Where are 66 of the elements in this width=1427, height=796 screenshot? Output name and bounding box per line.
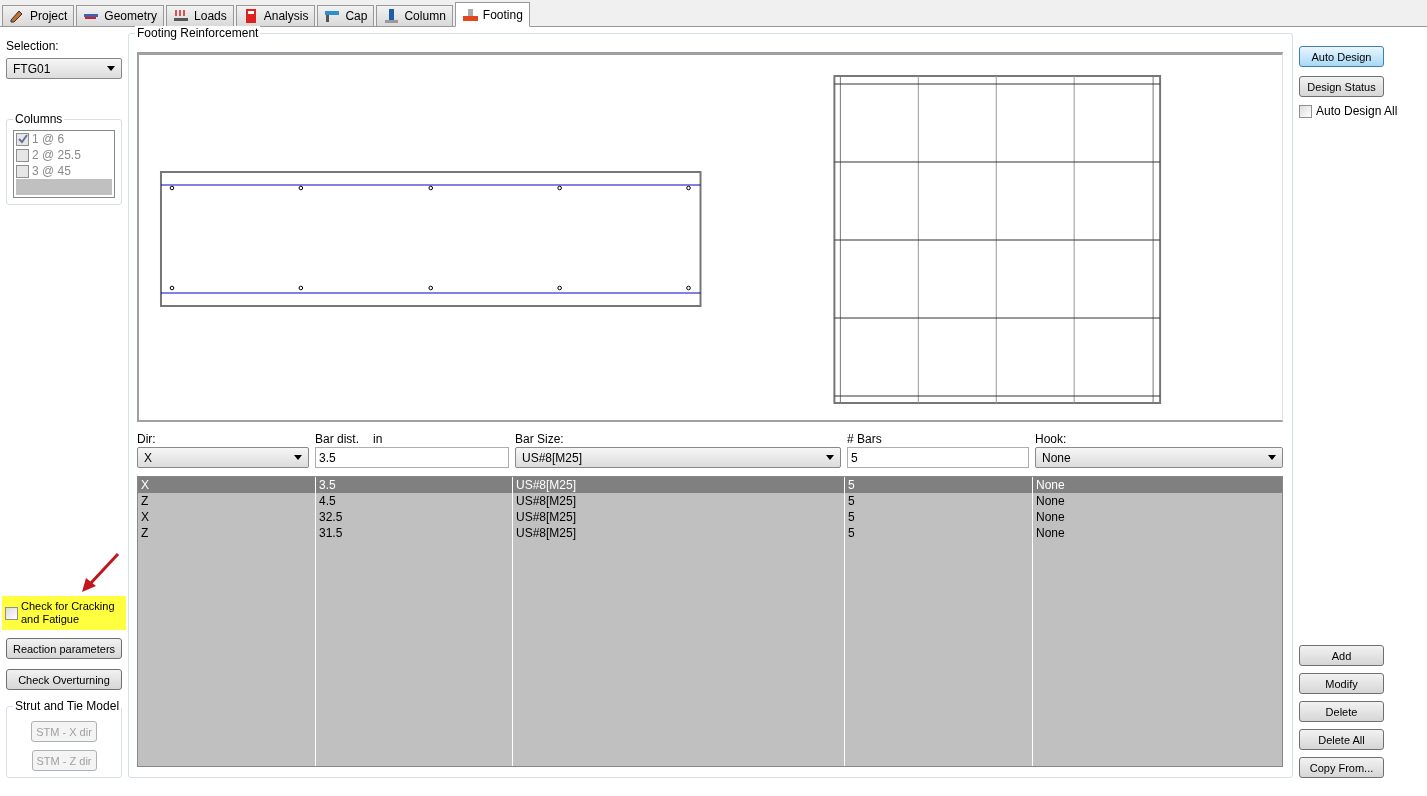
table-cell[interactable]: None [1033,477,1282,493]
table-cell[interactable]: Z [138,493,316,509]
caret-icon [826,455,834,460]
field-label: Hook: [1035,432,1067,445]
group-title: Footing Reinforcement [135,26,261,40]
field-dropdown[interactable]: US#8[M25] [515,447,841,468]
field-label: # Bars [847,432,882,445]
tab[interactable]: Geometry [76,5,165,26]
tab-icon [461,6,478,23]
tab[interactable]: Loads [166,5,234,26]
tab-icon [173,8,190,24]
field-dropdown[interactable]: None [1035,447,1283,468]
table-action-button[interactable]: Delete [1299,701,1384,722]
caret-icon [107,66,115,71]
tab[interactable]: Column [376,5,453,26]
action-button[interactable]: Check Overturning [6,669,122,690]
design-button[interactable]: Design Status [1299,76,1384,97]
field-label: Dir: [137,432,156,445]
table-cell[interactable]: 3.5 [316,477,513,493]
table-cell[interactable]: 31.5 [316,525,513,541]
cracking-label: Check for Cracking and Fatigue [21,600,116,626]
checkbox[interactable] [1299,104,1312,118]
table-cell[interactable]: 5 [845,493,1033,509]
columns-title: Columns [13,112,65,126]
table-cell[interactable]: 5 [845,477,1033,493]
table-cell[interactable]: X [138,477,316,493]
table-cell[interactable]: US#8[M25] [513,477,845,493]
tab-icon [383,8,400,24]
table-action-button[interactable]: Modify [1299,673,1384,694]
input-field[interactable]: 3.5 [315,447,509,468]
field-label: Bar dist. [315,432,359,445]
tab[interactable]: Footing [454,2,530,27]
field-label: Bar Size: [515,432,564,445]
table-cell[interactable]: US#8[M25] [513,493,845,509]
checkbox[interactable] [5,606,18,620]
table-action-button[interactable]: Copy From... [1299,757,1384,778]
caret-icon [1268,455,1276,460]
table-cell[interactable]: None [1033,525,1282,541]
strut-tie-title: Strut and Tie Model [13,699,122,713]
tab[interactable]: Project [2,5,75,26]
field-dropdown[interactable]: X [137,447,309,468]
tab-icon [9,8,25,24]
auto-design-all-label: Auto Design All [1316,104,1398,118]
table-cell[interactable]: None [1033,493,1282,509]
tab[interactable]: Cap [317,5,375,26]
caret-icon [294,455,302,460]
table-cell[interactable]: 5 [845,525,1033,541]
arrow-icon [80,552,120,594]
selection-label: Selection: [6,39,60,53]
table-cell[interactable]: 4.5 [316,493,513,509]
table-cell[interactable]: Z [138,525,316,541]
table-cell[interactable]: US#8[M25] [513,509,845,525]
table-cell[interactable]: None [1033,509,1282,525]
unit-label: in [373,432,383,445]
tab[interactable]: Analysis [235,5,316,26]
table-cell[interactable]: 32.5 [316,509,513,525]
action-button[interactable]: Reaction parameters [6,638,122,659]
table-cell[interactable]: 5 [845,509,1033,525]
table-cell[interactable]: US#8[M25] [513,525,845,541]
design-button[interactable]: Auto Design [1299,46,1384,67]
table-action-button[interactable]: Add [1299,645,1384,666]
table-action-button[interactable]: Delete All [1299,729,1384,750]
selection-dropdown[interactable]: FTG01 [6,58,122,79]
table-cell[interactable]: X [138,509,316,525]
input-field[interactable]: 5 [847,447,1029,468]
tab-icon [324,8,341,24]
